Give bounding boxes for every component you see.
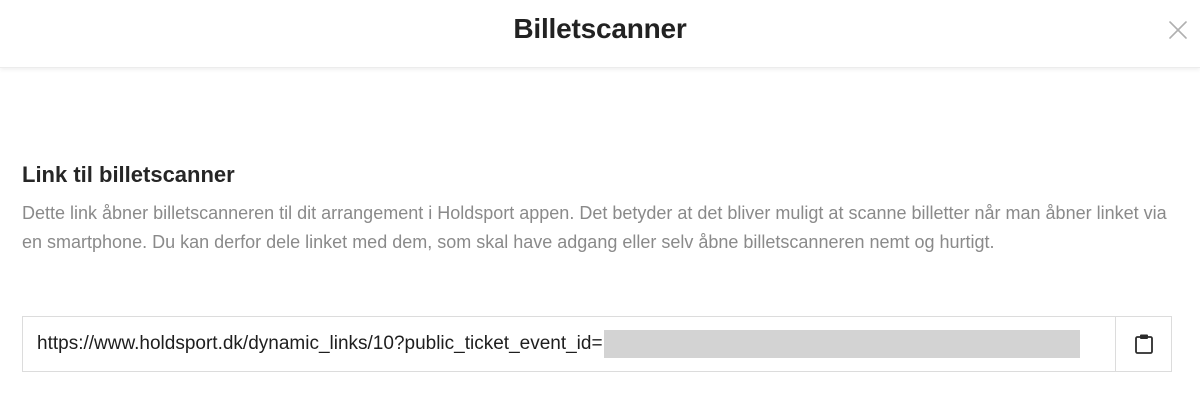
copy-link-button[interactable] [1115, 317, 1171, 371]
section-description: Dette link åbner billetscanneren til dit… [22, 203, 1167, 252]
clipboard-icon [1134, 334, 1153, 354]
billetscanner-modal: Billetscanner Link til billetscanner Det… [0, 0, 1200, 410]
close-icon [1169, 21, 1187, 39]
close-button[interactable] [1168, 20, 1188, 40]
link-box: https://www.holdsport.dk/dynamic_links/1… [22, 316, 1172, 372]
link-text: https://www.holdsport.dk/dynamic_links/1… [37, 333, 603, 354]
redacted-id-block [603, 330, 1080, 358]
section-title: Link til billetscanner [22, 162, 235, 187]
modal-header: Billetscanner [0, 0, 1200, 68]
link-input[interactable]: https://www.holdsport.dk/dynamic_links/1… [23, 317, 1117, 371]
modal-title: Billetscanner [513, 13, 687, 44]
